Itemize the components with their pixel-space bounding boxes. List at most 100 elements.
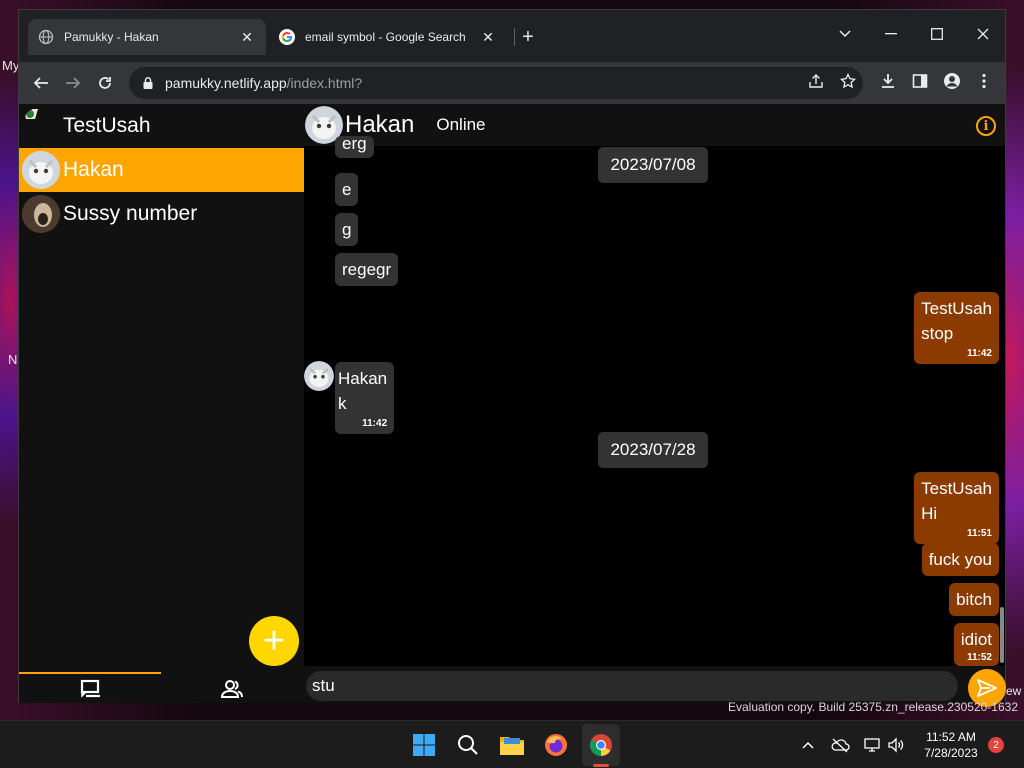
contact-name: Hakan <box>63 158 124 181</box>
close-window-icon[interactable] <box>963 20 1003 48</box>
message-text: fuck you <box>928 550 992 569</box>
message-text: Hi <box>921 504 938 523</box>
menu-kebab-icon[interactable] <box>973 70 995 92</box>
desktop-text-fragment: ew <box>1006 684 1022 698</box>
evaluation-watermark: Evaluation copy. Build 25375.zn_release.… <box>728 700 1018 714</box>
close-tab-icon[interactable]: ✕ <box>479 28 497 46</box>
clock-time: 11:52 AM <box>926 730 976 744</box>
pamukky-app: TestUsah Hakan Sussy number + Hakan Onli… <box>19 104 1006 707</box>
message-text: k <box>338 394 347 413</box>
google-icon <box>279 29 295 45</box>
message-text: idiot <box>960 630 992 649</box>
date-separator: 2023/07/08 <box>598 147 708 183</box>
contacts-tab[interactable] <box>161 676 303 702</box>
message-time: 11:52 <box>966 652 992 663</box>
contact-sidebar: TestUsah Hakan Sussy number + <box>19 104 304 703</box>
profile-icon[interactable] <box>941 70 963 92</box>
message-text: regegr <box>342 260 392 279</box>
message-text: erg <box>342 134 367 153</box>
info-icon[interactable]: i <box>976 116 996 136</box>
new-chat-plus-button[interactable]: + <box>249 616 299 666</box>
maximize-icon[interactable] <box>917 20 957 48</box>
lock-icon[interactable] <box>141 76 155 90</box>
tab-title: Pamukky - Hakan <box>64 30 159 44</box>
message-input[interactable] <box>306 671 958 701</box>
forward-arrow-icon[interactable] <box>59 69 87 97</box>
windows-start-icon[interactable] <box>410 731 438 759</box>
notification-badge[interactable]: 2 <box>988 737 1004 753</box>
back-arrow-icon[interactable] <box>27 69 55 97</box>
avatar <box>22 151 60 189</box>
share-icon[interactable] <box>805 70 827 92</box>
side-panel-icon[interactable] <box>909 70 931 92</box>
message-text: g <box>342 220 352 239</box>
message-bubble[interactable]: e <box>335 173 359 206</box>
message-time: 11:42 <box>362 418 388 429</box>
message-time: 11:51 <box>966 528 992 539</box>
avatar <box>22 107 60 145</box>
chat-header: Hakan Online i <box>304 104 1005 146</box>
message-bubble[interactable]: erg <box>335 134 374 158</box>
message-text: stop <box>921 324 954 343</box>
avatar[interactable] <box>304 361 334 391</box>
message-bubble[interactable]: regegr <box>335 253 399 286</box>
chat-scrollbar[interactable] <box>1000 607 1004 663</box>
message-bubble[interactable]: Hakan k 11:42 <box>335 362 395 434</box>
message-bubble-outgoing[interactable]: bitch <box>949 583 999 616</box>
browser-tab-google[interactable]: email symbol - Google Search ✕ <box>269 19 507 55</box>
chrome-icon[interactable] <box>587 731 615 759</box>
show-hidden-icons-chevron-icon[interactable] <box>798 735 818 755</box>
onedrive-offline-icon[interactable] <box>830 735 850 755</box>
chats-icon <box>80 679 100 698</box>
message-bubble-outgoing[interactable]: idiot 11:52 <box>953 623 999 666</box>
download-icon[interactable] <box>877 70 899 92</box>
message-bubble-outgoing[interactable]: TestUsah stop 11:42 <box>914 292 999 364</box>
avatar <box>22 195 60 233</box>
desktop-icon-label[interactable]: N <box>8 352 17 367</box>
active-app-indicator <box>593 764 609 767</box>
clock[interactable]: 11:52 AM 7/28/2023 <box>912 729 990 761</box>
contact-item-testusah[interactable]: TestUsah <box>19 104 304 148</box>
url-host: pamukky.netlify.app <box>165 75 287 91</box>
message-text: e <box>342 180 352 199</box>
message-time: 11:42 <box>966 348 992 359</box>
tab-search-chevron-icon[interactable] <box>825 20 865 48</box>
minimize-icon[interactable] <box>871 20 911 48</box>
browser-window: Pamukky - Hakan ✕ email symbol - Google … <box>18 9 1006 707</box>
desktop-icon-label[interactable]: My <box>2 58 19 73</box>
new-tab-icon[interactable]: + <box>517 26 539 48</box>
contact-item-sussy-number[interactable]: Sussy number <box>19 192 304 236</box>
contact-status: Online <box>436 115 486 134</box>
address-bar[interactable]: pamukky.netlify.app/index.html? <box>129 67 863 99</box>
search-icon[interactable] <box>454 731 482 759</box>
bookmark-star-icon[interactable] <box>837 70 859 92</box>
globe-icon <box>38 29 54 45</box>
contact-name: Sussy number <box>63 202 198 225</box>
volume-icon[interactable] <box>886 735 906 755</box>
sidebar-bottom-tabs <box>19 672 304 703</box>
firefox-icon[interactable] <box>542 731 570 759</box>
browser-tab-pamukky[interactable]: Pamukky - Hakan ✕ <box>28 19 266 55</box>
tab-separator <box>514 28 515 46</box>
tab-strip: Pamukky - Hakan ✕ email symbol - Google … <box>19 10 1005 62</box>
message-bubble-outgoing[interactable]: fuck you <box>921 543 999 576</box>
chats-tab[interactable] <box>19 676 161 702</box>
message-text: bitch <box>956 590 992 609</box>
reload-icon[interactable] <box>91 69 119 97</box>
message-bubble-outgoing[interactable]: TestUsah Hi 11:51 <box>914 472 999 544</box>
message-sender: Hakan <box>338 369 388 388</box>
message-sender: TestUsah <box>921 479 992 498</box>
message-bubble[interactable]: g <box>335 213 359 246</box>
url-path: /index.html? <box>286 75 363 91</box>
clock-date: 7/28/2023 <box>924 746 978 760</box>
contact-item-hakan[interactable]: Hakan <box>19 148 304 192</box>
tab-title: email symbol - Google Search <box>305 30 466 44</box>
file-explorer-icon[interactable] <box>498 731 526 759</box>
contact-name: TestUsah <box>63 114 151 137</box>
network-icon[interactable] <box>862 735 882 755</box>
close-tab-icon[interactable]: ✕ <box>238 28 256 46</box>
send-icon <box>977 679 997 697</box>
chat-panel: Hakan Online i erg 2023/07/08 e g regegr… <box>304 104 1006 707</box>
taskbar: 11:52 AM 7/28/2023 2 <box>0 720 1024 768</box>
message-composer <box>304 666 1006 707</box>
